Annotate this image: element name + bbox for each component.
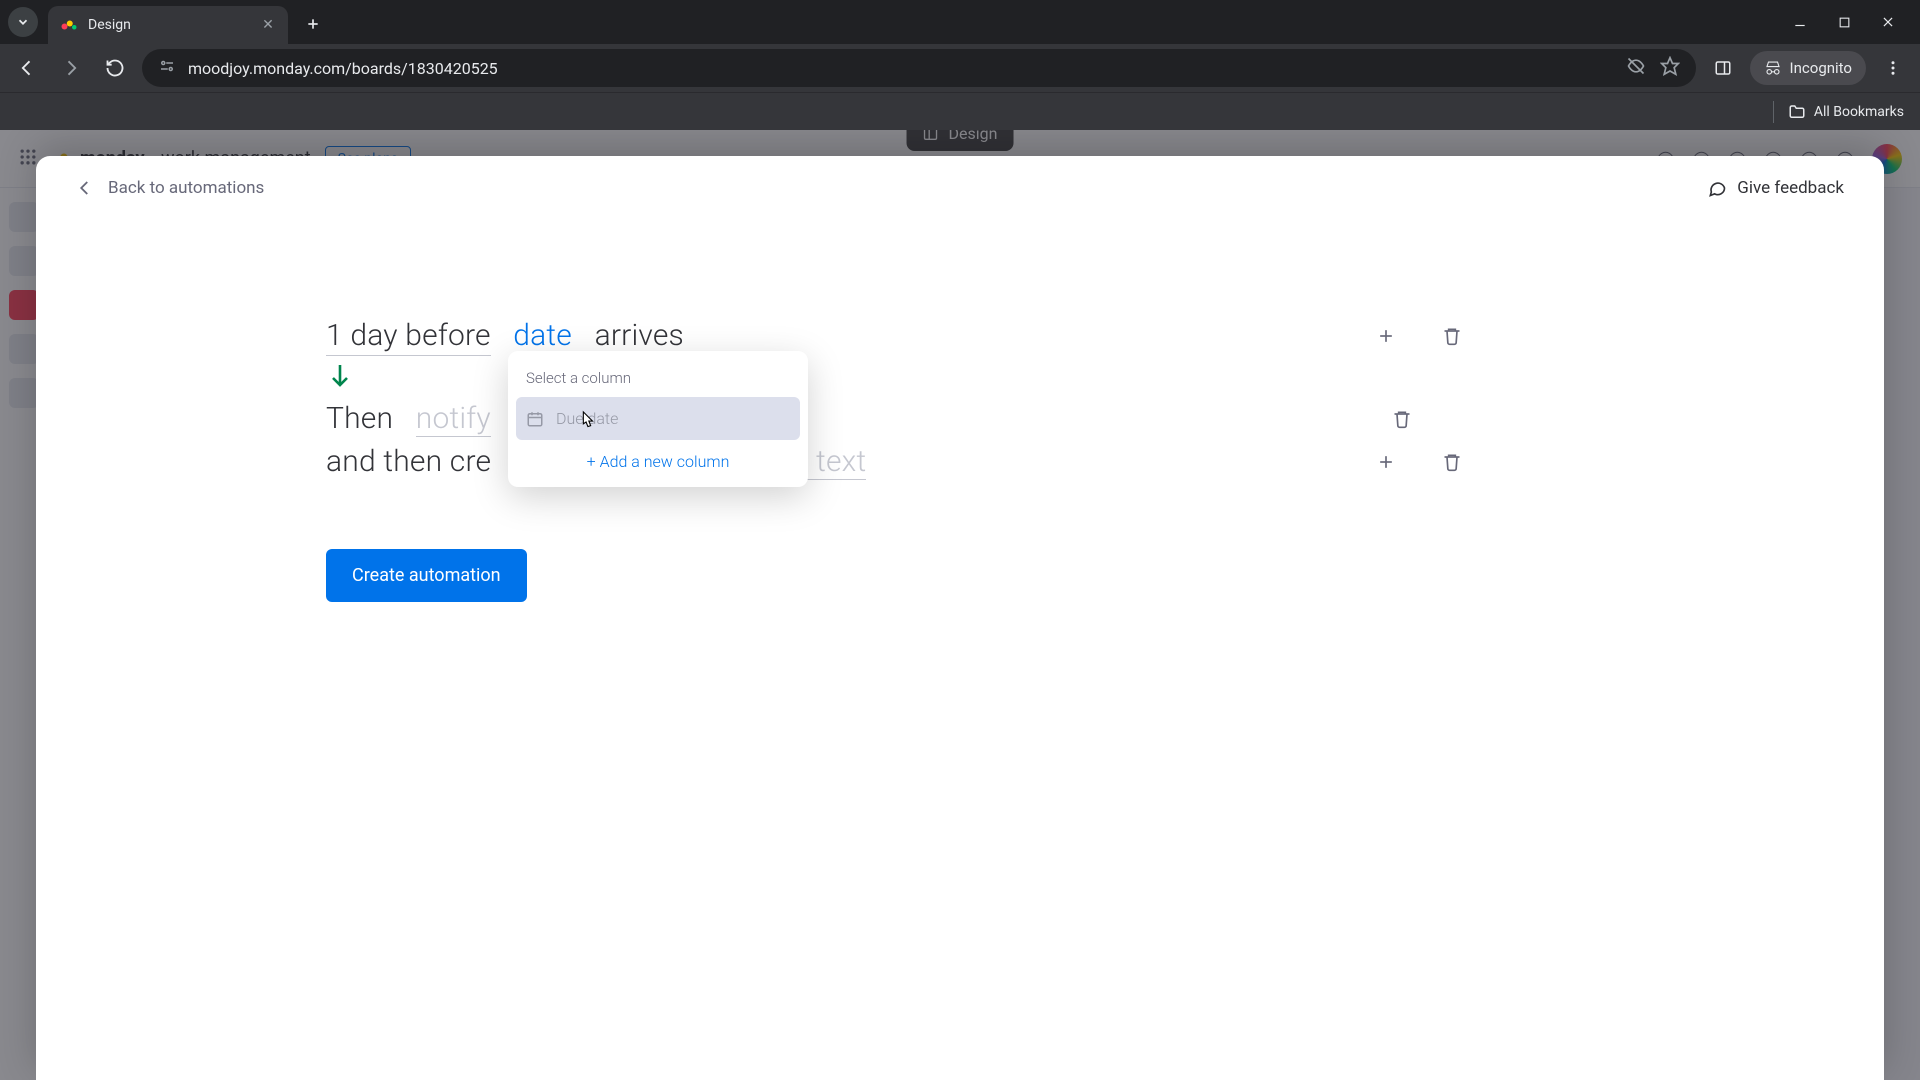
- browser-tab[interactable]: Design ✕: [48, 6, 288, 44]
- calendar-icon: [526, 410, 544, 428]
- window-close-button[interactable]: [1880, 14, 1896, 30]
- browser-tab-strip: Design ✕: [0, 0, 1920, 44]
- trigger-suffix: arrives: [595, 318, 684, 353]
- action2-row-actions: [1372, 448, 1466, 476]
- chevron-left-icon: [76, 179, 94, 197]
- then-label: Then: [326, 401, 393, 436]
- flow-arrow-icon: [328, 363, 1326, 395]
- automation-modal: Back to automations Give feedback 1 day …: [36, 156, 1884, 1080]
- bookmark-star-icon[interactable]: [1660, 56, 1680, 80]
- popover-heading: Select a column: [516, 365, 800, 397]
- delete-step-button[interactable]: [1438, 322, 1466, 350]
- all-bookmarks-label: All Bookmarks: [1814, 104, 1904, 120]
- site-settings-icon[interactable]: [158, 57, 176, 79]
- close-tab-icon[interactable]: ✕: [260, 17, 276, 33]
- create-automation-button[interactable]: Create automation: [326, 549, 527, 602]
- back-label: Back to automations: [108, 178, 264, 198]
- window-maximize-button[interactable]: [1836, 14, 1852, 30]
- side-panel-button[interactable]: [1706, 51, 1740, 85]
- tab-search-button[interactable]: [8, 7, 38, 37]
- modal-header: Back to automations Give feedback: [36, 156, 1884, 198]
- trigger-row-actions: [1372, 322, 1466, 350]
- notify-action-slot[interactable]: notify: [416, 401, 491, 437]
- address-bar[interactable]: [142, 49, 1696, 87]
- action-line-1: Then notify s: [326, 401, 1336, 436]
- nav-back-button[interactable]: [10, 51, 44, 85]
- all-bookmarks-button[interactable]: All Bookmarks: [1788, 103, 1904, 121]
- add-step-button[interactable]: [1372, 322, 1400, 350]
- window-minimize-button[interactable]: [1792, 14, 1808, 30]
- date-column-slot[interactable]: date: [513, 318, 572, 354]
- delete-step-button[interactable]: [1388, 405, 1416, 433]
- tracking-off-icon[interactable]: [1626, 56, 1646, 80]
- monday-favicon-icon: [60, 16, 78, 34]
- time-offset-slot[interactable]: 1 day before: [326, 318, 491, 356]
- delete-step-button[interactable]: [1438, 448, 1466, 476]
- column-select-popover: Select a column Due date + Add a new col…: [508, 351, 808, 487]
- browser-toolbar: Incognito: [0, 44, 1920, 92]
- and-then-label: and then cre: [326, 444, 491, 479]
- incognito-label: Incognito: [1790, 59, 1852, 77]
- feedback-label: Give feedback: [1737, 178, 1844, 198]
- incognito-indicator[interactable]: Incognito: [1750, 51, 1866, 85]
- give-feedback-button[interactable]: Give feedback: [1707, 178, 1844, 198]
- page-viewport: monday work management See plans Design …: [0, 130, 1920, 1080]
- tab-title: Design: [88, 17, 250, 33]
- trigger-text: 1 day before date arrives: [326, 318, 684, 353]
- bookmarks-bar: All Bookmarks: [0, 92, 1920, 130]
- chat-icon: [1707, 178, 1727, 198]
- separator: [1773, 101, 1774, 123]
- column-option-label: Due date: [556, 409, 618, 428]
- automation-builder: 1 day before date arrives Select a colum…: [326, 198, 1326, 602]
- nav-reload-button[interactable]: [98, 51, 132, 85]
- chrome-menu-button[interactable]: [1876, 51, 1910, 85]
- add-new-column-button[interactable]: + Add a new column: [516, 440, 800, 477]
- new-tab-button[interactable]: [298, 9, 328, 39]
- back-to-automations-button[interactable]: Back to automations: [76, 178, 264, 198]
- nav-forward-button[interactable]: [54, 51, 88, 85]
- folder-icon: [1788, 103, 1806, 121]
- action1-row-actions: [1388, 405, 1416, 433]
- url-input[interactable]: [188, 59, 1614, 78]
- action-line-2: and then cre is text: [326, 444, 1336, 479]
- window-controls: [1792, 14, 1912, 30]
- incognito-icon: [1764, 59, 1782, 77]
- action1-text: Then notify s: [326, 401, 529, 436]
- add-step-button[interactable]: [1372, 448, 1400, 476]
- column-option-due-date[interactable]: Due date: [516, 397, 800, 440]
- trigger-line: 1 day before date arrives Select a colum…: [326, 318, 1336, 353]
